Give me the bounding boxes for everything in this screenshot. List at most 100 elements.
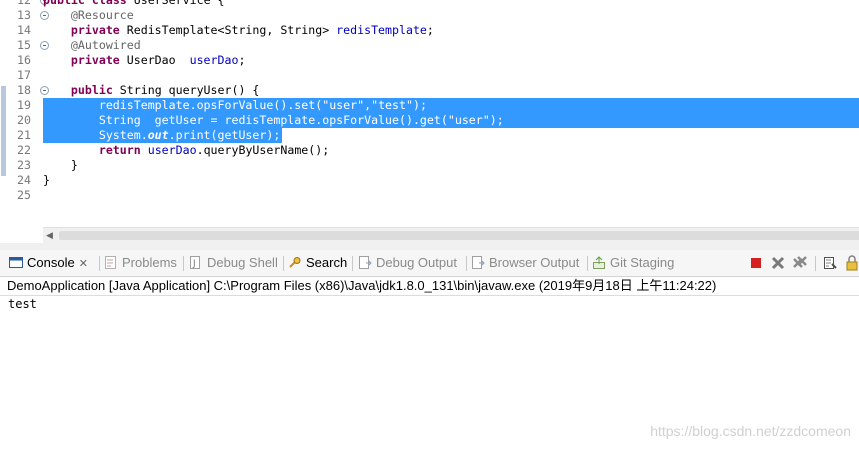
tab-problems-label: Problems bbox=[122, 255, 177, 270]
code-token: ; bbox=[238, 53, 246, 67]
tab-git-staging[interactable]: Git Staging bbox=[592, 254, 674, 272]
tab-divider bbox=[352, 256, 353, 271]
code-token: private bbox=[70, 23, 127, 37]
selection-marker bbox=[1, 86, 6, 176]
code-area[interactable]: public class UserService { @Resource pri… bbox=[43, 0, 859, 227]
debug-output-icon bbox=[358, 256, 372, 269]
tab-console-label: Console bbox=[27, 255, 75, 270]
code-token: redisTemplate bbox=[336, 23, 427, 37]
stop-icon bbox=[751, 258, 761, 268]
console-process-title: DemoApplication [Java Application] C:\Pr… bbox=[7, 278, 717, 293]
code-line[interactable]: private UserDao userDao; bbox=[43, 53, 246, 68]
code-token: "user" bbox=[447, 113, 490, 127]
code-line[interactable]: public String queryUser() { bbox=[43, 83, 259, 98]
code-token: ); bbox=[489, 113, 504, 127]
code-line[interactable]: redisTemplate.opsForValue().set("user","… bbox=[43, 98, 427, 113]
tab-debug-shell-label: Debug Shell bbox=[207, 255, 278, 270]
tab-git-staging-label: Git Staging bbox=[610, 255, 675, 270]
code-token: public bbox=[43, 0, 92, 7]
console-divider bbox=[0, 295, 859, 296]
line-number: 13 bbox=[17, 8, 31, 22]
code-token: @Resource bbox=[70, 8, 134, 22]
code-token: "test" bbox=[371, 98, 413, 112]
code-editor[interactable]: 12 13 14 15 16 17 18 19 20 21 22 23 24 25 public clas… bbox=[0, 0, 859, 243]
problems-icon bbox=[104, 256, 118, 269]
line-number: 22 bbox=[17, 143, 31, 157]
code-token: @Autowired bbox=[70, 38, 141, 52]
line-number: 14 bbox=[17, 23, 31, 37]
line-number: 19 bbox=[17, 98, 31, 112]
scroll-lock-button[interactable] bbox=[844, 255, 859, 271]
overview-ruler[interactable] bbox=[0, 0, 7, 243]
code-line[interactable]: } bbox=[43, 158, 78, 173]
code-line[interactable]: return userDao.queryByUserName(); bbox=[43, 143, 329, 158]
tab-console[interactable]: Console ✕ bbox=[9, 254, 88, 272]
close-icon[interactable]: ✕ bbox=[79, 255, 88, 273]
tab-search-label: Search bbox=[306, 255, 348, 270]
line-number: 24 bbox=[17, 173, 31, 187]
scroll-left-icon[interactable]: ◀ bbox=[46, 230, 53, 241]
clear-console-button[interactable] bbox=[822, 255, 838, 271]
code-line[interactable]: @Resource bbox=[43, 8, 134, 23]
code-token: class bbox=[91, 0, 134, 7]
code-line[interactable]: } bbox=[43, 173, 50, 188]
tab-divider bbox=[587, 256, 588, 271]
tab-divider bbox=[99, 256, 100, 271]
line-number: 12 bbox=[17, 0, 31, 7]
line-number-gutter: 12 13 14 15 16 17 18 19 20 21 22 23 24 25 bbox=[7, 0, 49, 227]
remove-x-icon bbox=[771, 256, 785, 270]
horizontal-scrollbar[interactable]: ◀ bbox=[43, 227, 859, 243]
code-line[interactable]: public class UserService { bbox=[43, 0, 225, 8]
svg-text:J: J bbox=[192, 259, 196, 269]
code-token: redisTemplate bbox=[224, 113, 316, 127]
tab-problems[interactable]: Problems bbox=[104, 254, 177, 272]
line-number: 17 bbox=[17, 68, 31, 82]
code-token: .opsForValue().get( bbox=[315, 113, 448, 127]
view-sash[interactable] bbox=[0, 243, 859, 250]
code-token: UserDao bbox=[126, 53, 190, 67]
code-line[interactable]: private RedisTemplate<String, String> re… bbox=[43, 23, 434, 38]
tab-browser-output-label: Browser Output bbox=[489, 255, 580, 270]
code-token: return bbox=[98, 143, 148, 157]
code-token: System. bbox=[43, 128, 148, 142]
code-token: String getUser = bbox=[43, 113, 225, 127]
tab-browser-output[interactable]: Browser Output bbox=[471, 254, 579, 272]
remove-all-terminated-button[interactable] bbox=[792, 255, 808, 271]
code-token: redisTemplate bbox=[98, 98, 190, 112]
line-number: 15 bbox=[17, 38, 31, 52]
code-token: } bbox=[43, 173, 50, 187]
remove-launch-button[interactable] bbox=[770, 255, 786, 271]
tab-divider bbox=[183, 256, 184, 271]
tab-debug-output-label: Debug Output bbox=[376, 255, 457, 270]
tab-debug-shell[interactable]: J Debug Shell bbox=[189, 254, 278, 272]
line-number: 23 bbox=[17, 158, 31, 172]
code-token: RedisTemplate<String, String> bbox=[126, 23, 337, 37]
console-output[interactable]: test bbox=[8, 296, 37, 312]
code-token: ; bbox=[426, 23, 434, 37]
code-token: .print(getUser); bbox=[168, 128, 281, 142]
line-number: 25 bbox=[17, 188, 31, 202]
line-number: 21 bbox=[17, 128, 31, 142]
debug-shell-icon: J bbox=[189, 256, 203, 269]
code-token: .opsForValue().set( bbox=[189, 98, 323, 112]
line-number: 18 bbox=[17, 83, 31, 97]
console-tab-bar: Console ✕ Problems J Debug Shell Search D… bbox=[0, 250, 859, 277]
lock-icon bbox=[846, 255, 858, 271]
watermark: https://blog.csdn.net/zzdcomeon bbox=[650, 423, 851, 439]
search-icon bbox=[288, 256, 302, 269]
code-token: userDao bbox=[147, 143, 197, 157]
code-line[interactable]: @Autowired bbox=[43, 38, 141, 53]
terminate-button[interactable] bbox=[748, 255, 764, 271]
tab-debug-output[interactable]: Debug Output bbox=[358, 254, 457, 272]
code-line[interactable]: String getUser = redisTemplate.opsForVal… bbox=[43, 113, 504, 128]
browser-output-icon bbox=[471, 256, 485, 269]
code-token: out bbox=[147, 128, 169, 142]
tab-search[interactable]: Search bbox=[288, 254, 347, 272]
code-line[interactable]: System.out.print(getUser); bbox=[43, 128, 281, 143]
scrollbar-thumb[interactable] bbox=[59, 231, 859, 240]
